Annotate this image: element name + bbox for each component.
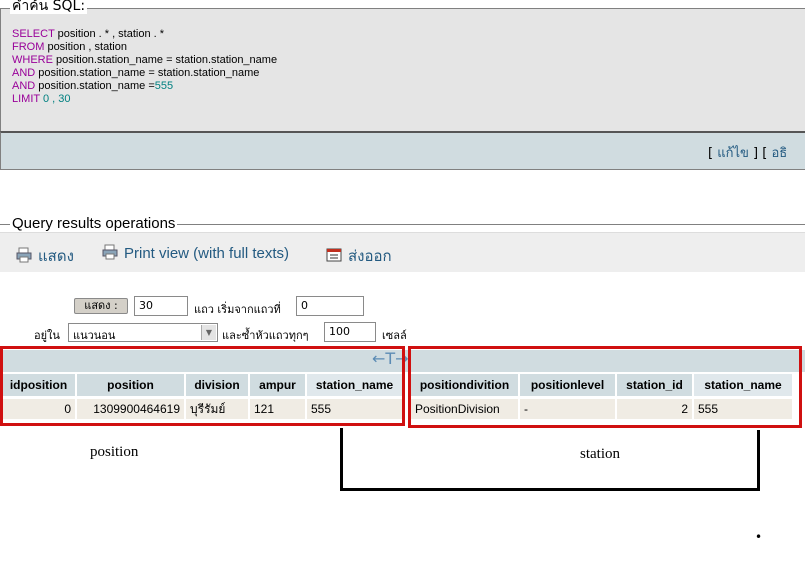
sql-line: WHERE position.station_name = station.st…: [12, 54, 278, 66]
sql-code: SELECT position . * , station . * FROM p…: [12, 28, 277, 106]
print-view-link[interactable]: Print view (with full texts): [102, 244, 289, 264]
show-rows-button[interactable]: แสดง :: [74, 298, 128, 314]
sql-line: FROM position , station: [12, 41, 127, 53]
repeat-header-label: และซ้ำหัวแถวทุกๆ: [222, 329, 309, 342]
rows-label: แถว เริ่มจากแถวที่: [194, 303, 281, 316]
print-icon: [102, 244, 118, 264]
operations-legend: Query results operations: [10, 215, 178, 232]
dot-mark: •: [755, 530, 763, 544]
sql-links: [ แก้ไข ] [ อธิ: [708, 146, 788, 161]
join-bracket-left: [340, 428, 343, 491]
sql-line: LIMIT 0 , 30: [12, 93, 71, 105]
position-table-highlight: [0, 346, 405, 426]
repeat-header-input[interactable]: 100: [324, 322, 376, 342]
station-table-highlight: [408, 346, 802, 428]
cells-label: เซลล์: [382, 329, 407, 342]
edit-link[interactable]: แก้ไข: [717, 146, 749, 161]
explain-link[interactable]: อธิ: [771, 146, 787, 161]
position-caption: position: [90, 444, 139, 460]
chevron-down-icon: ▼: [201, 325, 216, 340]
display-mode-select[interactable]: แนวนอน ▼: [68, 323, 218, 342]
sql-legend: คำค้น SQL:: [10, 0, 88, 14]
join-bracket-right: [757, 430, 760, 491]
sql-action-bar: [0, 131, 805, 170]
export-icon: [326, 247, 342, 267]
sql-line: SELECT position . * , station . *: [12, 28, 165, 40]
export-link[interactable]: ส่งออก: [326, 244, 392, 268]
sql-line: AND position.station_name = station.stat…: [12, 67, 260, 79]
station-caption: station: [580, 446, 620, 462]
in-label: อยู่ใน: [34, 329, 60, 342]
print-icon: [16, 247, 32, 267]
rows-input[interactable]: 30: [134, 296, 188, 316]
sql-line: AND position.station_name =555: [12, 80, 174, 92]
start-row-input[interactable]: 0: [296, 296, 364, 316]
join-bracket-bottom: [340, 488, 760, 491]
show-link[interactable]: แสดง: [16, 244, 74, 268]
